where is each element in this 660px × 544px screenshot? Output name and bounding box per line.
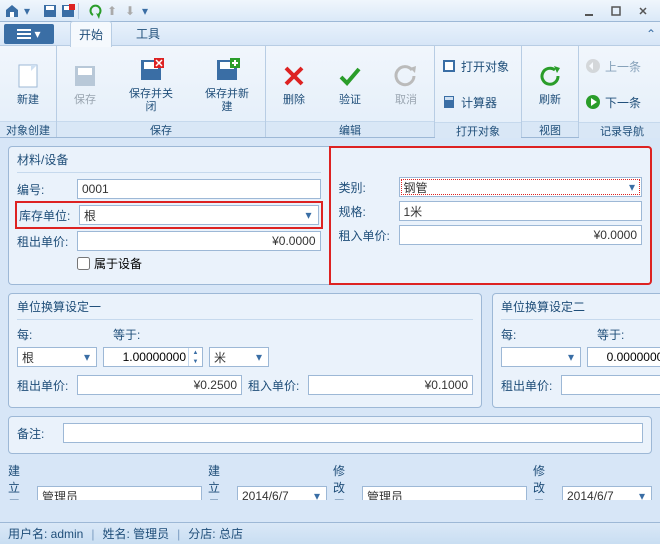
window-close-button[interactable] <box>630 3 656 19</box>
delete-button[interactable]: 删除 <box>266 46 322 121</box>
remark-input[interactable] <box>63 423 643 443</box>
group-open-label: 打开对象 <box>435 122 521 138</box>
content-area: 材料/设备 编号: 库存单位:根▾ 租出单价: 属于设备 . 类别:钢管▾ 规格… <box>0 138 660 500</box>
panel-material-title: 材料/设备 <box>17 151 321 173</box>
save-button[interactable]: 保存 <box>57 46 113 121</box>
tab-start[interactable]: 开始 <box>70 21 112 47</box>
label-category: 类别: <box>339 179 393 196</box>
label-each1: 每: <box>17 326 41 343</box>
down-icon[interactable]: ⬇ <box>122 3 138 19</box>
save-icon[interactable] <box>42 3 58 19</box>
panel-material: 材料/设备 编号: 库存单位: 根▾ 租出单价: 属于设备 <box>8 146 329 285</box>
menubar: ▾ 开始 工具 ⌃ <box>0 22 660 46</box>
cancel-button[interactable]: 取消 <box>378 46 434 121</box>
label-eq1: 等于: <box>113 326 147 343</box>
group-save-label: 保存 <box>57 121 265 137</box>
panel-conv1: 单位换算设定一 每: 等于: 根▾ 1.00000000▲▼ 米▾ 租出单价: … <box>8 293 482 408</box>
group-nav-label: 记录导航 <box>579 122 660 138</box>
tab-tools[interactable]: 工具 <box>128 21 168 46</box>
each-combo1[interactable]: 根▾ <box>17 347 97 367</box>
prev-record-button[interactable]: 上一条 <box>581 48 660 84</box>
up-icon[interactable]: ⬆ <box>104 3 120 19</box>
conv2-out[interactable] <box>561 375 660 395</box>
group-create-label: 对象创建 <box>0 121 56 137</box>
maximize-button[interactable] <box>603 3 629 19</box>
status-branch: 分店: 总店 <box>188 525 243 542</box>
spec-input[interactable] <box>399 201 643 221</box>
is-equipment-checkbox[interactable]: 属于设备 <box>77 255 142 272</box>
status-user: 用户名: admin <box>8 525 83 542</box>
modify-user[interactable] <box>362 486 527 500</box>
validate-button[interactable]: 验证 <box>322 46 378 121</box>
rent-out-input[interactable] <box>77 231 321 251</box>
chevron-down-icon[interactable]: ▾ <box>302 207 316 223</box>
qat-dropdown-icon[interactable]: ▾ <box>140 3 150 19</box>
dropdown-icon[interactable]: ▾ <box>22 3 32 19</box>
collapse-ribbon-icon[interactable]: ⌃ <box>646 27 656 41</box>
statusbar: 用户名: admin| 姓名: 管理员| 分店: 总店 <box>0 522 660 544</box>
save-close-icon[interactable] <box>60 3 76 19</box>
panel-material-right: . 类别:钢管▾ 规格: 租入单价: <box>329 146 653 285</box>
minimize-button[interactable] <box>576 3 602 19</box>
new-button[interactable]: 新建 <box>0 46 56 121</box>
stock-unit-combo[interactable]: 根▾ <box>79 205 319 225</box>
refresh-button[interactable]: 刷新 <box>522 46 578 121</box>
modify-date[interactable]: 2014/6/7▾ <box>562 486 652 500</box>
undo-icon[interactable] <box>86 3 102 19</box>
equ-combo1[interactable]: 米▾ <box>209 347 269 367</box>
app-menu-button[interactable]: ▾ <box>4 24 54 44</box>
save-close-button[interactable]: 保存并关闭 <box>113 46 189 121</box>
titlebar: ▾ ⬆ ⬇ ▾ <box>0 0 660 22</box>
create-date[interactable]: 2014/6/7▾ <box>237 486 327 500</box>
rent-in-input[interactable] <box>399 225 643 245</box>
eq-spin1[interactable]: 1.00000000▲▼ <box>103 347 203 367</box>
create-user[interactable] <box>37 486 202 500</box>
number-input[interactable] <box>77 179 321 199</box>
panel-conv2-title: 单位换算设定二 <box>501 298 660 320</box>
label-rent-in: 租入单价: <box>339 227 393 244</box>
next-record-button[interactable]: 下一条 <box>581 84 660 120</box>
status-name: 姓名: 管理员 <box>102 525 169 542</box>
save-new-button[interactable]: 保存并新建 <box>189 46 265 121</box>
each-combo2[interactable]: ▾ <box>501 347 581 367</box>
ribbon: 新建 对象创建 保存 保存并关闭 保存并新建 保存 删除 验证 取消 编辑 打开… <box>0 46 660 138</box>
open-object-button[interactable]: 打开对象 <box>437 48 519 84</box>
label-remark: 备注: <box>17 425 57 442</box>
label-rent-out: 租出单价: <box>17 233 71 250</box>
conv1-out[interactable] <box>77 375 242 395</box>
chevron-down-icon[interactable]: ▾ <box>625 179 639 195</box>
label-number: 编号: <box>17 181 71 198</box>
category-combo[interactable]: 钢管▾ <box>399 177 643 197</box>
home-icon[interactable] <box>4 3 20 19</box>
panel-conv2: 单位换算设定二 每: 等于: ▾ 0.00000000▲▼ ▾ 租出单价: 租入… <box>492 293 660 408</box>
panel-remark: 备注: <box>8 416 652 454</box>
panel-conv1-title: 单位换算设定一 <box>17 298 473 320</box>
audit-row: 建立用户: 建立日期:2014/6/7▾ 修改用户: 修改日期:2014/6/7… <box>8 462 652 500</box>
conv1-in[interactable] <box>308 375 473 395</box>
group-edit-label: 编辑 <box>266 121 434 137</box>
calculator-button[interactable]: 计算器 <box>437 84 519 120</box>
label-stock-unit: 库存单位: <box>19 207 73 224</box>
group-view-label: 视图 <box>522 121 578 137</box>
eq-spin2[interactable]: 0.00000000▲▼ <box>587 347 660 367</box>
label-spec: 规格: <box>339 203 393 220</box>
